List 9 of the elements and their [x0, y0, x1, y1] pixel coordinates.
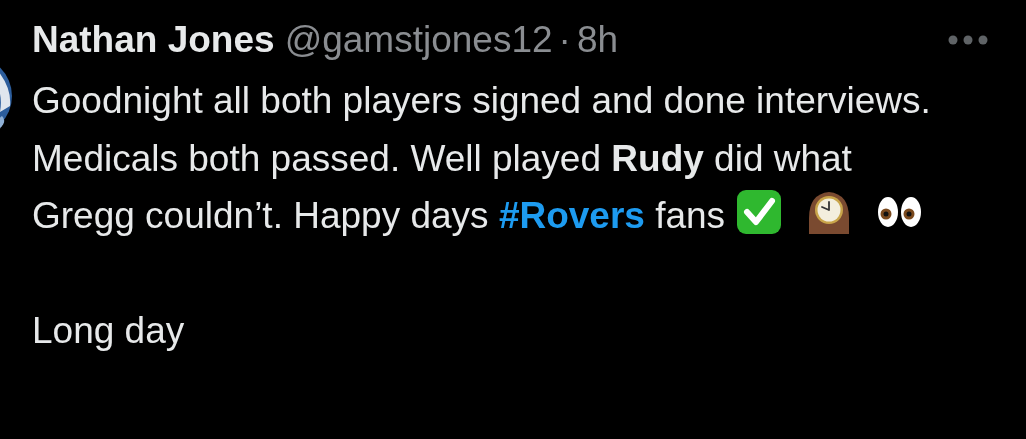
tweet-text: Long day	[32, 308, 186, 353]
tweet-text: Goodnight all both players signed and done interviews. Medicals both passed. Well played Rudy did what Gregg couldn’t. Happy days #Rovers fans	[32, 79, 932, 238]
more-icon[interactable]	[948, 35, 988, 45]
hashtag-link[interactable]: #Rovers	[498, 195, 645, 236]
separator-dot: ·	[558, 18, 571, 62]
author-name[interactable]: Nathan Jones	[32, 12, 275, 68]
tweet-time[interactable]: 8h	[576, 12, 619, 68]
author-handle[interactable]: @gamstjones12	[284, 12, 553, 68]
check-mark-icon	[735, 188, 784, 236]
